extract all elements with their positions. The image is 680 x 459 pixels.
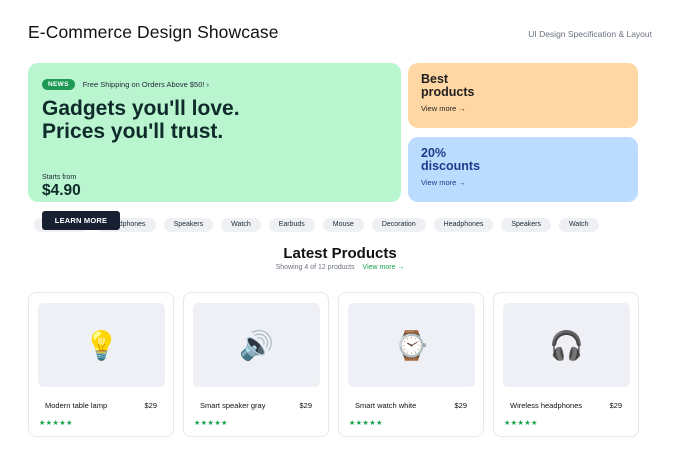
chip-category[interactable]: Mouse [322,218,364,232]
chip-category[interactable]: Watch [221,218,261,232]
page-subtitle: UI Design Specification & Layout [528,29,652,39]
rating-stars: ★★★★★ [39,420,73,427]
section-title: Latest Products [283,245,397,262]
chip-category[interactable]: Earbuds [268,218,315,232]
promo-view-more-link[interactable]: View more → [421,104,625,113]
product-price: $29 [144,401,157,410]
chip-category[interactable]: Speakers [163,218,214,232]
product-price: $29 [454,401,467,410]
promo-best-products[interactable]: Best products View more → [408,63,638,128]
promo-title: Best products [421,72,475,99]
product-name: Smart speaker gray [200,401,266,410]
hero-price: $4.90 [42,182,81,199]
product-card[interactable]: ⌚ Smart watch white $29 ★★★★★ [338,292,484,437]
product-card[interactable]: 🎧 Wireless headphones $29 ★★★★★ [493,292,639,437]
product-price: $29 [609,401,622,410]
promo-view-more-link[interactable]: View more → [421,178,625,187]
hero-headline: Gadgets you'll love. Prices you'll trust… [42,97,240,143]
hero-banner: NEWS Free Shipping on Orders Above $50! … [28,63,401,202]
watch-icon: ⌚ [348,303,475,387]
free-shipping-link[interactable]: Free Shipping on Orders Above $50! › [83,80,209,89]
headphones-icon: 🎧 [503,303,630,387]
promo-discounts[interactable]: 20% discounts View more → [408,137,638,202]
chip-category[interactable]: Speakers [501,218,551,232]
rating-stars: ★★★★★ [349,420,383,427]
news-badge: NEWS [42,79,75,90]
product-card[interactable]: 🔊 Smart speaker gray $29 ★★★★★ [183,292,329,437]
chip-category[interactable]: Headphones [433,218,494,232]
promo-title: 20% discounts [421,146,481,173]
product-name: Smart watch white [355,401,417,410]
page-title: E-Commerce Design Showcase [28,22,279,42]
view-more-link[interactable]: View more → [363,264,405,271]
lamp-icon: 💡 [38,303,165,387]
product-name: Modern table lamp [45,401,108,410]
rating-stars: ★★★★★ [194,420,228,427]
product-name: Wireless headphones [510,401,583,410]
chip-category[interactable]: Watch [558,218,599,232]
showing-count: Showing 4 of 12 products [275,264,355,271]
chip-category[interactable]: Decoration [371,218,426,232]
product-grid: 💡 Modern table lamp $29 ★★★★★ 🔊 Smart sp… [28,292,639,437]
starts-from-label: Starts from [42,174,77,181]
speaker-icon: 🔊 [193,303,320,387]
product-price: $29 [299,401,312,410]
hero-topline: NEWS Free Shipping on Orders Above $50! … [42,79,209,90]
learn-more-button[interactable]: LEARN MORE [42,211,120,230]
section-subtitle: Showing 4 of 12 products View more → [0,264,680,271]
product-card[interactable]: 💡 Modern table lamp $29 ★★★★★ [28,292,174,437]
rating-stars: ★★★★★ [504,420,538,427]
